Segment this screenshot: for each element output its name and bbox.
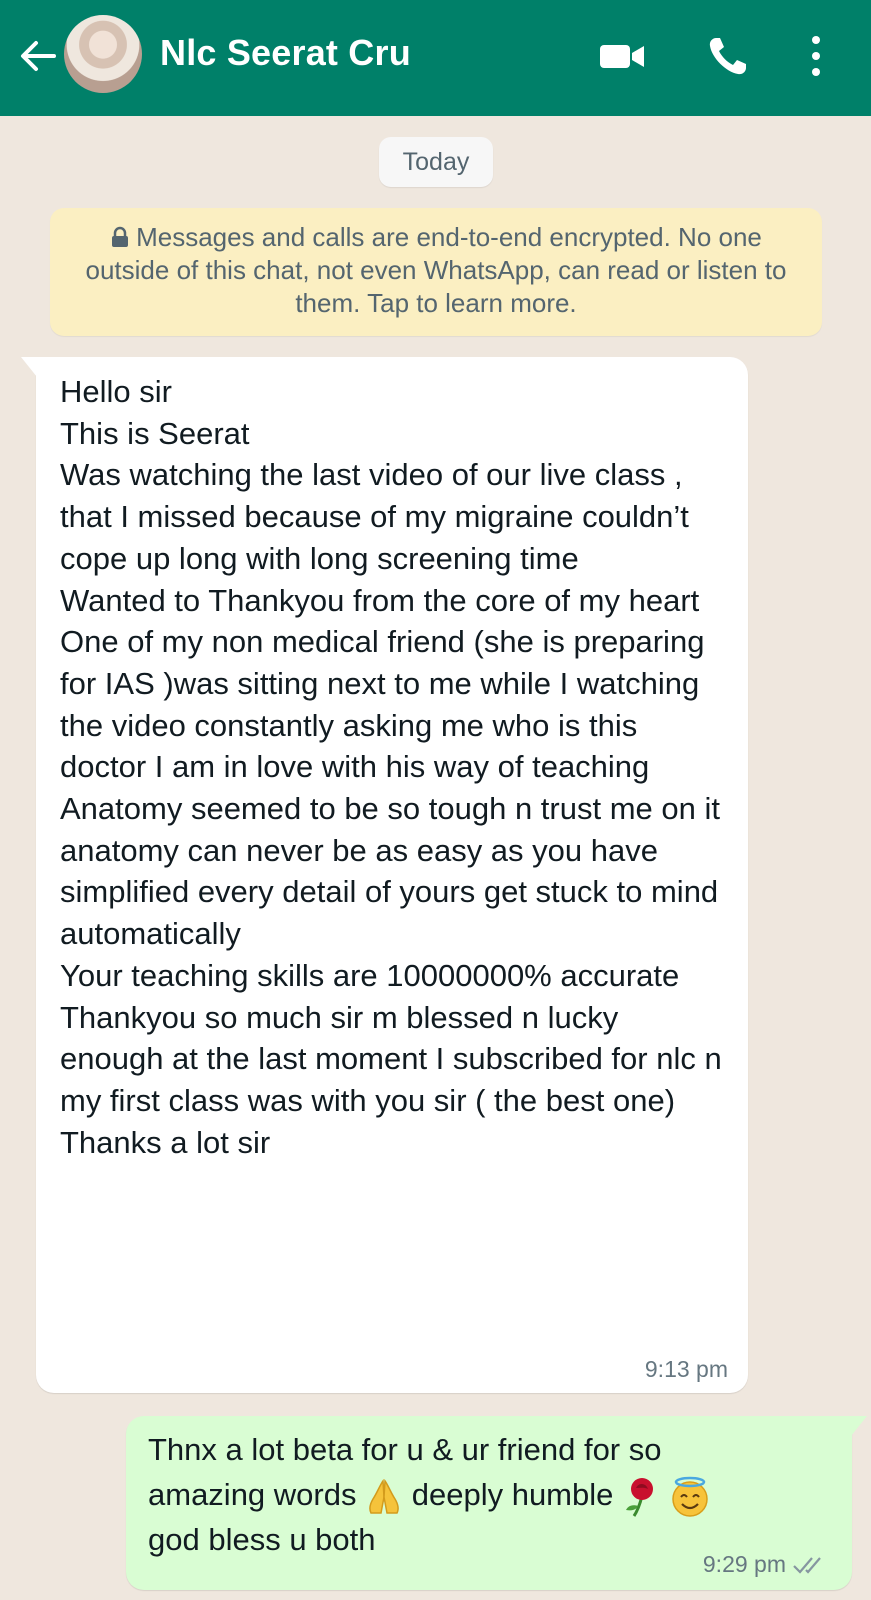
bubble-tail — [21, 357, 37, 377]
more-options-icon[interactable] — [808, 34, 824, 78]
video-call-icon[interactable] — [598, 36, 646, 76]
lock-icon — [112, 226, 129, 247]
contact-name[interactable]: Nlc Seerat Cru — [160, 32, 411, 74]
message-timestamp: 9:13 pm — [644, 1356, 728, 1382]
date-chip: Today — [379, 137, 493, 187]
outgoing-message-line: god bless u both — [148, 1522, 376, 1557]
outgoing-message-text: amazing words — [148, 1477, 357, 1512]
smiling-face-with-halo-emoji — [671, 1476, 708, 1517]
encryption-notice-text: Messages and calls are end-to-end encryp… — [85, 222, 787, 318]
outgoing-message-bubble[interactable]: Thnx a lot beta for u & ur friend for so… — [126, 1416, 867, 1590]
outgoing-message-line: Thnx a lot beta for u & ur friend for so — [148, 1432, 662, 1467]
outgoing-message-line: amazing words deeply humble — [148, 1475, 711, 1518]
message-timestamp: 9:29 pm — [702, 1551, 786, 1577]
incoming-message-bubble[interactable]: Hello sir This is Seerat Was watching th… — [21, 357, 748, 1393]
folded-hands-emoji — [369, 1478, 399, 1514]
encryption-notice[interactable]: Messages and calls are end-to-end encryp… — [50, 208, 822, 336]
outgoing-message-text: deeply humble — [411, 1477, 614, 1512]
read-receipt-ticks-icon — [793, 1557, 821, 1574]
voice-call-icon[interactable] — [706, 34, 750, 78]
incoming-message-text: Hello sir This is Seerat Was watching th… — [60, 374, 722, 1160]
back-arrow-icon[interactable] — [18, 36, 58, 76]
rose-emoji — [626, 1477, 653, 1517]
chat-header: Nlc Seerat Cru — [0, 0, 871, 116]
bubble-tail — [851, 1416, 867, 1436]
avatar[interactable] — [64, 15, 142, 93]
